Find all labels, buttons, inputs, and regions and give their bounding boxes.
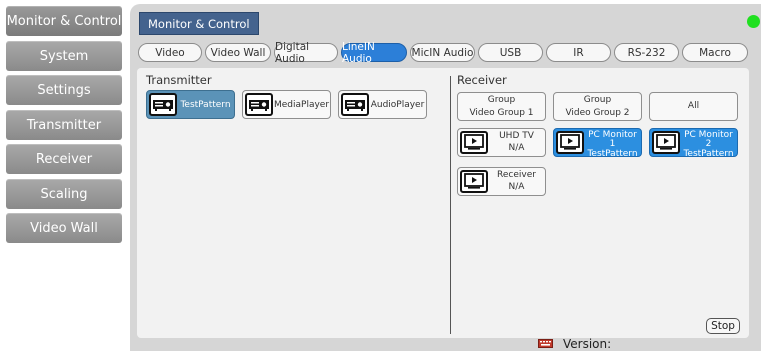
sidebar-item-system[interactable]: System — [6, 41, 122, 71]
group-label: All — [687, 101, 700, 112]
page-title: Monitor & Control — [139, 12, 259, 35]
receiver-group-video-group-2[interactable]: Group Video Group 2 — [553, 92, 642, 121]
sidebar: Monitor & Control System Settings Transm… — [0, 0, 128, 351]
sidebar-item-video-wall[interactable]: Video Wall — [6, 213, 122, 243]
tab-micin-audio[interactable]: MicIN Audio — [410, 43, 475, 62]
version-label: Version: — [563, 337, 612, 351]
monitor-play-icon — [460, 170, 488, 193]
content-panel: Transmitter TestPattern MediaPlayer Audi… — [137, 68, 749, 338]
projector-icon — [149, 93, 177, 116]
monitor-play-icon — [556, 131, 584, 154]
receiver-device-uhd-tv[interactable]: UHD TV N/A — [457, 128, 546, 157]
receiver-device-pc-monitor-2[interactable]: PC Monitor 2 TestPattern — [649, 128, 738, 159]
projector-icon — [341, 93, 369, 116]
group-name: Video Group 2 — [565, 107, 630, 118]
tab-rs232[interactable]: RS-232 — [614, 43, 679, 62]
connection-status-icon — [747, 15, 760, 28]
device-label: TestPattern — [180, 99, 231, 110]
transmitter-device-mediaplayer[interactable]: MediaPlayer — [242, 90, 331, 119]
tab-digital-audio[interactable]: Digital Audio — [274, 41, 338, 65]
receiver-name: PC Monitor 1 — [588, 130, 637, 150]
receiver-group-all[interactable]: All — [649, 92, 738, 121]
sidebar-item-scaling[interactable]: Scaling — [6, 179, 122, 209]
sidebar-item-monitor-control[interactable]: Monitor & Control — [6, 6, 122, 36]
receiver-source: TestPattern — [683, 148, 734, 159]
group-name: Video Group 1 — [469, 107, 534, 118]
section-divider — [450, 76, 451, 334]
sidebar-item-receiver[interactable]: Receiver — [6, 144, 122, 174]
sidebar-item-settings[interactable]: Settings — [6, 75, 122, 105]
receiver-name: UHD TV — [499, 131, 534, 142]
tab-video[interactable]: Video — [138, 43, 202, 62]
tab-usb[interactable]: USB — [478, 43, 543, 62]
tab-macro[interactable]: Macro — [682, 43, 748, 62]
receiver-heading: Receiver — [457, 73, 507, 87]
receiver-source: TestPattern — [587, 148, 638, 159]
device-label: MediaPlayer — [273, 99, 330, 110]
transmitter-device-audioplayer[interactable]: AudioPlayer — [338, 90, 427, 119]
receiver-source: N/A — [508, 181, 525, 192]
group-label: Group — [583, 95, 612, 106]
stop-button[interactable]: Stop — [706, 318, 740, 334]
keyboard-icon[interactable] — [538, 339, 553, 348]
tab-linein-audio[interactable]: LineIN Audio — [341, 41, 407, 65]
device-label: AudioPlayer — [370, 99, 425, 110]
receiver-device-pc-monitor-1[interactable]: PC Monitor 1 TestPattern — [553, 128, 642, 159]
receiver-name: Receiver — [497, 170, 536, 181]
receiver-name: PC Monitor 2 — [684, 130, 733, 150]
projector-icon — [245, 93, 273, 116]
receiver-device-receiver[interactable]: Receiver N/A — [457, 167, 546, 196]
tab-ir[interactable]: IR — [546, 43, 611, 62]
transmitter-heading: Transmitter — [146, 73, 212, 87]
sidebar-item-transmitter[interactable]: Transmitter — [6, 110, 122, 140]
monitor-play-icon — [460, 131, 488, 154]
monitor-play-icon — [652, 131, 680, 154]
transmitter-device-testpattern[interactable]: TestPattern — [146, 90, 235, 119]
main-area: Monitor & Control Video Video Wall Digit… — [130, 4, 761, 351]
tab-video-wall[interactable]: Video Wall — [205, 43, 271, 62]
group-label: Group — [487, 95, 516, 106]
receiver-source: N/A — [508, 142, 525, 153]
receiver-group-video-group-1[interactable]: Group Video Group 1 — [457, 92, 546, 121]
